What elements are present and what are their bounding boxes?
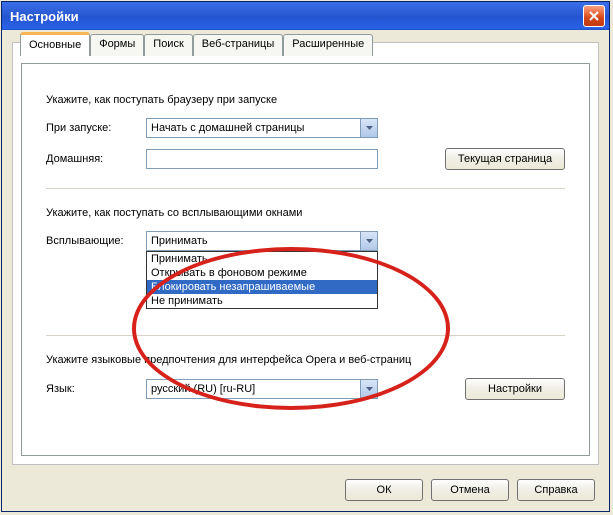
divider bbox=[46, 188, 565, 189]
chevron-down-icon bbox=[360, 119, 377, 137]
popups-dropdown-list: Принимать Открывать в фоновом режиме Бло… bbox=[146, 251, 378, 309]
tab-label: Расширенные bbox=[292, 38, 364, 50]
row-homepage: Домашняя: Текущая страница bbox=[46, 148, 565, 170]
option-label: Не принимать bbox=[151, 295, 223, 307]
tab-search[interactable]: Поиск bbox=[144, 34, 192, 56]
dialog-button-row: ОК Отмена Справка bbox=[345, 479, 595, 501]
button-label: Справка bbox=[534, 484, 577, 496]
option-label: Принимать bbox=[151, 253, 208, 265]
startup-combo[interactable]: Начать с домашней страницы bbox=[146, 118, 378, 138]
section-popups-heading: Укажите, как поступать со всплывающими о… bbox=[46, 207, 565, 219]
tab-label: Основные bbox=[29, 39, 81, 51]
button-label: Настройки bbox=[488, 383, 542, 395]
option-label: Открывать в фоновом режиме bbox=[151, 267, 307, 279]
startup-label: При запуске: bbox=[46, 122, 146, 134]
tab-pane-main: Укажите, как поступать браузеру при запу… bbox=[21, 63, 590, 456]
close-icon bbox=[589, 10, 599, 23]
homepage-input[interactable] bbox=[146, 149, 378, 169]
startup-combo-value: Начать с домашней страницы bbox=[147, 122, 360, 134]
popups-option-block-unrequested[interactable]: Блокировать незапрашиваемые bbox=[147, 280, 377, 294]
content-area: Укажите, как поступать браузеру при запу… bbox=[12, 42, 599, 465]
tab-advanced[interactable]: Расширенные bbox=[283, 34, 373, 56]
window-close-button[interactable] bbox=[583, 5, 605, 27]
chevron-down-icon bbox=[360, 380, 377, 398]
popups-option-background[interactable]: Открывать в фоновом режиме bbox=[147, 266, 377, 280]
divider bbox=[46, 335, 565, 336]
window-title: Настройки bbox=[10, 9, 583, 24]
tab-bar: Основные Формы Поиск Веб-страницы Расшир… bbox=[20, 34, 373, 56]
row-startup: При запуске: Начать с домашней страницы bbox=[46, 118, 565, 138]
chevron-down-icon bbox=[360, 232, 377, 250]
option-label: Блокировать незапрашиваемые bbox=[151, 281, 315, 293]
cancel-button[interactable]: Отмена bbox=[431, 479, 509, 501]
button-label: ОК bbox=[377, 484, 392, 496]
section-startup-heading: Укажите, как поступать браузеру при запу… bbox=[46, 94, 565, 106]
ok-button[interactable]: ОК bbox=[345, 479, 423, 501]
homepage-label: Домашняя: bbox=[46, 153, 146, 165]
popups-combo[interactable]: Принимать Принимать Открывать в фоновом … bbox=[146, 231, 378, 251]
language-combo[interactable]: русский (RU) [ru-RU] bbox=[146, 379, 378, 399]
settings-window: Настройки Основные Формы Поиск Веб-стран… bbox=[1, 1, 610, 512]
row-language: Язык: русский (RU) [ru-RU] Настройки bbox=[46, 378, 565, 400]
popups-label: Всплывающие: bbox=[46, 235, 146, 247]
titlebar: Настройки bbox=[2, 2, 609, 30]
tab-label: Формы bbox=[99, 38, 135, 50]
language-label: Язык: bbox=[46, 383, 146, 395]
current-page-button[interactable]: Текущая страница bbox=[445, 148, 565, 170]
row-popups: Всплывающие: Принимать Принимать Открыва… bbox=[46, 231, 565, 251]
language-settings-button[interactable]: Настройки bbox=[465, 378, 565, 400]
popups-option-accept[interactable]: Принимать bbox=[147, 252, 377, 266]
help-button[interactable]: Справка bbox=[517, 479, 595, 501]
tab-main[interactable]: Основные bbox=[20, 32, 90, 56]
button-label: Текущая страница bbox=[458, 153, 552, 165]
tab-label: Поиск bbox=[153, 38, 183, 50]
tab-forms[interactable]: Формы bbox=[90, 34, 144, 56]
popups-combo-value: Принимать bbox=[147, 235, 360, 247]
section-language-heading: Укажите языковые предпочтения для интерф… bbox=[46, 354, 565, 366]
popups-option-reject[interactable]: Не принимать bbox=[147, 294, 377, 308]
button-label: Отмена bbox=[450, 484, 489, 496]
language-combo-value: русский (RU) [ru-RU] bbox=[147, 383, 360, 395]
tab-label: Веб-страницы bbox=[202, 38, 275, 50]
tab-webpages[interactable]: Веб-страницы bbox=[193, 34, 284, 56]
